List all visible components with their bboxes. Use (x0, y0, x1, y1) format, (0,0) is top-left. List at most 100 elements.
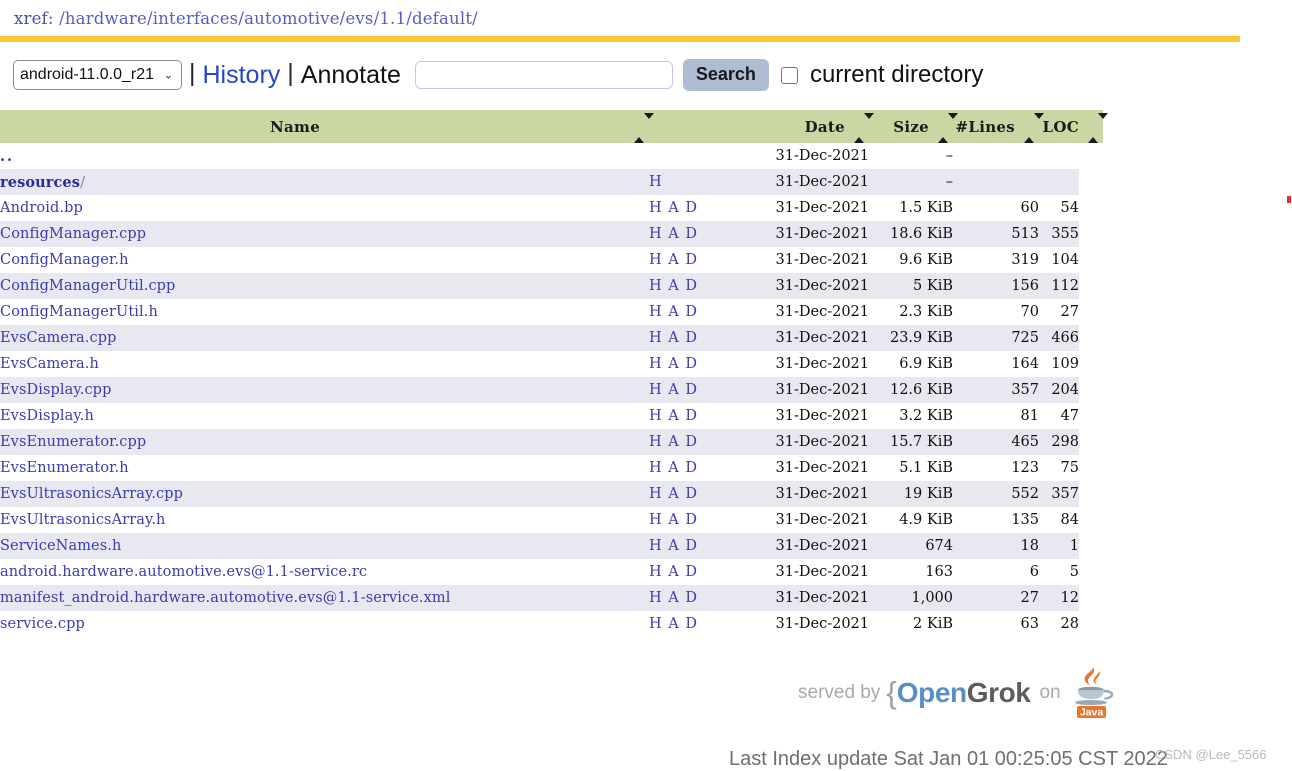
sort-toggle-size[interactable] (929, 110, 958, 143)
cell-history-annotate-download[interactable]: H A D (649, 559, 727, 585)
cell-lines: 60 (1020, 200, 1039, 216)
cell-date: 31-Dec-2021 (775, 486, 869, 502)
cell-name: Android.bp (0, 195, 649, 221)
cell-date: 31-Dec-2021 (775, 226, 869, 242)
column-header-links (649, 110, 727, 143)
cell-history-annotate-download[interactable]: H A D (649, 273, 727, 299)
file-link[interactable]: ConfigManagerUtil.cpp (0, 278, 175, 294)
cell-history-annotate-download[interactable]: H A D (649, 429, 727, 455)
column-header-date[interactable]: Date (727, 110, 845, 143)
parent-directory-link[interactable]: .. (0, 148, 14, 165)
table-row[interactable]: service.cpp H A D 31-Dec-2021 2 KiB 63 28 (0, 611, 1103, 637)
cell-history-annotate-download[interactable]: H A D (649, 481, 727, 507)
cell-history-annotate-download[interactable]: H A D (649, 507, 727, 533)
table-row[interactable]: ConfigManager.cpp H A D 31-Dec-2021 18.6 Ki… (0, 221, 1103, 247)
cell-size: 15.7 KiB (889, 434, 953, 450)
file-link[interactable]: ConfigManager.h (0, 252, 129, 268)
file-link[interactable]: Android.bp (0, 200, 83, 216)
cell-name: resources/ (0, 169, 649, 195)
table-row[interactable]: EvsEnumerator.h H A D 31-Dec-2021 5.1 KiB 12… (0, 455, 1103, 481)
search-button[interactable]: Search (682, 59, 769, 91)
column-header-name-label: Name (270, 117, 321, 136)
file-link[interactable]: ConfigManager.cpp (0, 226, 146, 242)
cell-date: 31-Dec-2021 (775, 590, 869, 606)
cell-name: service.cpp (0, 611, 649, 637)
cell-history-annotate-download[interactable]: H A D (649, 533, 727, 559)
table-row[interactable]: EvsUltrasonicsArray.cpp H A D 31-Dec-2021 1… (0, 481, 1103, 507)
cell-loc: 84 (1060, 512, 1079, 528)
search-input[interactable] (414, 61, 673, 89)
cell-history-annotate-download[interactable]: H A D (649, 221, 727, 247)
current-directory-checkbox[interactable] (780, 66, 798, 84)
column-header-size-label: Size (893, 117, 929, 136)
file-link[interactable]: EvsDisplay.h (0, 408, 94, 424)
cell-lines: 725 (1011, 330, 1039, 346)
cell-name: EvsUltrasonicsArray.cpp (0, 481, 649, 507)
file-link[interactable]: EvsEnumerator.cpp (0, 434, 146, 450)
project-select[interactable]: android-11.0.0_r21 (13, 60, 182, 90)
cell-lines: 319 (1011, 252, 1039, 268)
table-row[interactable]: ServiceNames.h H A D 31-Dec-2021 674 18 1 (0, 533, 1103, 559)
table-row[interactable]: Android.bp H A D 31-Dec-2021 1.5 KiB 60 54 (0, 195, 1103, 221)
directory-link[interactable]: resources (0, 174, 80, 191)
cell-history-annotate-download[interactable]: H A D (649, 299, 727, 325)
cell-history-annotate-download[interactable]: H A D (649, 611, 727, 637)
file-link[interactable]: service.cpp (0, 616, 85, 632)
sort-toggle-date[interactable] (845, 110, 874, 143)
table-row[interactable]: .. 31-Dec-2021 – (0, 143, 1103, 169)
file-link[interactable]: ServiceNames.h (0, 538, 121, 554)
cell-history-annotate-download[interactable]: H A D (649, 585, 727, 611)
cell-lines: 513 (1011, 226, 1039, 242)
table-row[interactable]: ConfigManagerUtil.cpp H A D 31-Dec-2021 5 K… (0, 273, 1103, 299)
table-row[interactable]: EvsCamera.h H A D 31-Dec-2021 6.9 KiB 164 109 (0, 351, 1103, 377)
file-link[interactable]: ConfigManagerUtil.h (0, 304, 158, 320)
file-link[interactable]: EvsCamera.h (0, 356, 99, 372)
table-row[interactable]: EvsEnumerator.cpp H A D 31-Dec-2021 15.7 Ki… (0, 429, 1103, 455)
cell-history-annotate-download[interactable]: H A D (649, 325, 727, 351)
file-link[interactable]: EvsDisplay.cpp (0, 382, 111, 398)
cell-history-annotate-download[interactable]: H A D (649, 195, 727, 221)
column-header-loc[interactable]: LOC (1039, 110, 1079, 143)
cell-loc: 28 (1060, 616, 1079, 632)
cell-name: EvsDisplay.cpp (0, 377, 649, 403)
history-link[interactable]: History (203, 62, 281, 88)
sort-toggle-name[interactable] (625, 110, 654, 143)
column-header-size[interactable]: Size (869, 110, 929, 143)
cell-loc: 75 (1060, 460, 1079, 476)
table-row[interactable]: manifest_android.hardware.automotive.evs… (0, 585, 1103, 611)
cell-history-annotate-download[interactable]: H A D (649, 403, 727, 429)
table-row[interactable]: EvsCamera.cpp H A D 31-Dec-2021 23.9 KiB 725… (0, 325, 1103, 351)
table-row[interactable]: ConfigManagerUtil.h H A D 31-Dec-2021 2.3 K… (0, 299, 1103, 325)
table-row[interactable]: EvsDisplay.cpp H A D 31-Dec-2021 12.6 KiB 35… (0, 377, 1103, 403)
cell-history-annotate-download[interactable]: H A D (649, 455, 727, 481)
served-by-label: served by (798, 682, 881, 703)
sort-toggle-loc[interactable] (1079, 110, 1108, 143)
opengrok-brand: served by { Open Grok on Java (798, 665, 1115, 721)
sort-toggle-lines[interactable] (1015, 110, 1044, 143)
brand-grok-label: Grok (966, 677, 1031, 708)
table-row[interactable]: EvsUltrasonicsArray.h H A D 31-Dec-2021 4.9… (0, 507, 1103, 533)
file-link[interactable]: manifest_android.hardware.automotive.evs… (0, 590, 450, 606)
table-row[interactable]: android.hardware.automotive.evs@1.1-serv… (0, 559, 1103, 585)
column-header-name[interactable]: Name (0, 110, 625, 143)
cell-history-annotate-download[interactable]: H A D (649, 247, 727, 273)
file-link[interactable]: android.hardware.automotive.evs@1.1-serv… (0, 564, 367, 580)
table-row[interactable]: resources/H 31-Dec-2021– (0, 169, 1103, 195)
brand-open-label: Open (896, 677, 967, 708)
file-link[interactable]: EvsEnumerator.h (0, 460, 129, 476)
cell-size: 23.9 KiB (889, 330, 953, 346)
cell-history-annotate-download[interactable]: H A D (649, 377, 727, 403)
file-link[interactable]: EvsCamera.cpp (0, 330, 116, 346)
cell-history-annotate-download[interactable] (649, 143, 727, 169)
cell-history-annotate-download[interactable]: H A D (649, 351, 727, 377)
table-row[interactable]: EvsDisplay.h H A D 31-Dec-2021 3.2 KiB 81 47 (0, 403, 1103, 429)
cell-name: EvsCamera.cpp (0, 325, 649, 351)
table-row[interactable]: ConfigManager.h H A D 31-Dec-2021 9.6 KiB 31… (0, 247, 1103, 273)
cell-loc: 355 (1051, 226, 1079, 242)
file-link[interactable]: EvsUltrasonicsArray.h (0, 512, 165, 528)
column-header-lines[interactable]: #Lines (953, 110, 1015, 143)
file-link[interactable]: EvsUltrasonicsArray.cpp (0, 486, 183, 502)
xref-path[interactable]: /hardware/interfaces/automotive/evs/1.1/… (59, 9, 478, 28)
cell-history-annotate-download[interactable]: H (649, 169, 727, 195)
xref-breadcrumb-bar: xref: /hardware/interfaces/automotive/ev… (0, 0, 1292, 36)
